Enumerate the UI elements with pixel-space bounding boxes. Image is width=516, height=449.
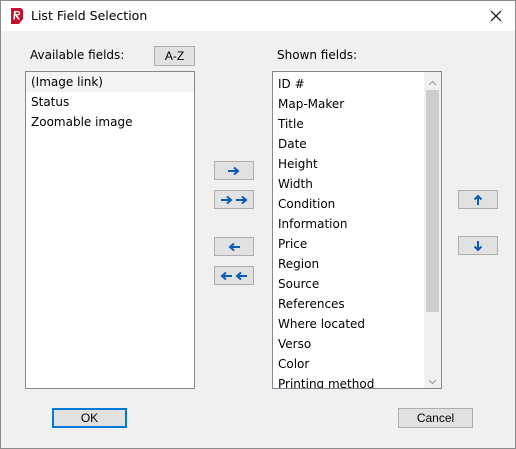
dialog-window: List Field Selection Available fields: A… xyxy=(0,0,516,449)
list-item[interactable]: References xyxy=(273,294,441,314)
arrow-up-icon xyxy=(473,194,483,206)
close-icon xyxy=(490,7,502,26)
app-logo-icon xyxy=(9,7,25,25)
list-item[interactable]: Width xyxy=(273,174,441,194)
list-item[interactable]: ID # xyxy=(273,74,441,94)
list-item[interactable]: Verso xyxy=(273,334,441,354)
shown-fields-list[interactable]: ID # Map-Maker Title Date Height Width C… xyxy=(272,71,442,389)
scroll-down-button[interactable] xyxy=(424,371,441,388)
list-item[interactable]: Zoomable image xyxy=(26,112,194,132)
window-title: List Field Selection xyxy=(31,8,148,23)
title-bar: List Field Selection xyxy=(1,1,515,31)
arrow-down-icon xyxy=(473,240,483,252)
double-arrow-right-icon xyxy=(220,195,248,205)
double-arrow-left-icon xyxy=(220,271,248,281)
scroll-up-button[interactable] xyxy=(424,72,441,89)
move-down-button[interactable] xyxy=(458,236,498,255)
list-item[interactable]: Information xyxy=(273,214,441,234)
available-fields-list[interactable]: (Image link) Status Zoomable image xyxy=(25,71,195,389)
list-item[interactable]: Date xyxy=(273,134,441,154)
chevron-down-icon xyxy=(428,370,437,388)
list-item[interactable]: Map-Maker xyxy=(273,94,441,114)
list-item[interactable]: Condition xyxy=(273,194,441,214)
list-item[interactable]: Where located xyxy=(273,314,441,334)
move-up-button[interactable] xyxy=(458,190,498,209)
list-item[interactable]: Printing method xyxy=(273,374,441,388)
list-item[interactable]: Status xyxy=(26,92,194,112)
list-item[interactable]: Height xyxy=(273,154,441,174)
add-field-button[interactable] xyxy=(214,161,254,180)
shown-items-container: ID # Map-Maker Title Date Height Width C… xyxy=(273,72,441,388)
arrow-left-icon xyxy=(227,242,241,252)
shown-list-scrollbar[interactable] xyxy=(424,72,441,388)
list-item[interactable]: Region xyxy=(273,254,441,274)
available-fields-label: Available fields: xyxy=(30,48,125,62)
close-button[interactable] xyxy=(477,1,515,31)
cancel-button[interactable]: Cancel xyxy=(398,408,473,428)
list-item[interactable]: (Image link) xyxy=(26,72,194,92)
list-item[interactable]: Price xyxy=(273,234,441,254)
shown-fields-label: Shown fields: xyxy=(277,48,357,62)
list-item[interactable]: Source xyxy=(273,274,441,294)
add-all-fields-button[interactable] xyxy=(214,190,254,209)
ok-button[interactable]: OK xyxy=(52,408,127,428)
sort-az-button[interactable]: A-Z xyxy=(154,46,195,66)
arrow-right-icon xyxy=(227,166,241,176)
chevron-up-icon xyxy=(428,72,437,90)
list-item[interactable]: Title xyxy=(273,114,441,134)
list-item[interactable]: Color xyxy=(273,354,441,374)
remove-all-fields-button[interactable] xyxy=(214,266,254,285)
scrollbar-thumb[interactable] xyxy=(426,90,439,312)
remove-field-button[interactable] xyxy=(214,237,254,256)
